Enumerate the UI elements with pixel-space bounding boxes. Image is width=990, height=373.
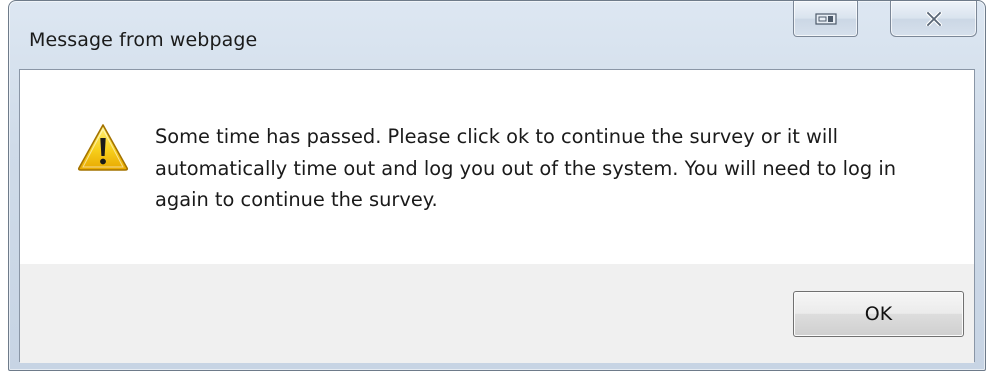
compatibility-view-button[interactable]: [793, 1, 858, 37]
close-button[interactable]: [890, 1, 977, 37]
dialog-body: Some time has passed. Please click ok to…: [19, 69, 975, 363]
title-bar[interactable]: Message from webpage: [9, 1, 985, 71]
compatibility-view-icon: [814, 12, 837, 25]
ok-button[interactable]: OK: [793, 291, 964, 337]
close-icon: [925, 11, 942, 26]
window-title: Message from webpage: [29, 29, 258, 51]
warning-icon: [77, 124, 129, 171]
dialog-window: Message from webpage Some time has passe…: [8, 0, 986, 371]
dialog-message: Some time has passed. Please click ok to…: [155, 125, 897, 211]
button-bar: OK: [20, 264, 974, 363]
message-area: Some time has passed. Please click ok to…: [20, 70, 974, 264]
